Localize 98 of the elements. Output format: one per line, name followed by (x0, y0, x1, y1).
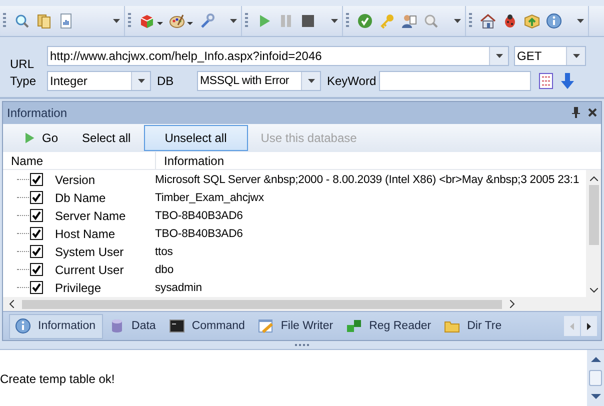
toolbar-grip[interactable] (469, 12, 472, 29)
down-triangle-icon (590, 394, 600, 400)
caret-icon (230, 18, 236, 23)
row-name: System User (54, 244, 125, 258)
info-icon (15, 318, 31, 334)
caret-icon (157, 22, 163, 26)
field-label: Type (10, 74, 38, 88)
pin-icon[interactable] (572, 107, 580, 118)
toolbar-grip[interactable] (128, 12, 131, 29)
panel-title: Information (7, 106, 68, 120)
scroll-thumb[interactable] (22, 300, 502, 309)
splitter-grip[interactable] (295, 344, 309, 346)
keyword-field[interactable] (379, 70, 531, 91)
pencil-icon (258, 318, 274, 334)
checkbox[interactable] (30, 191, 43, 204)
user-icon (401, 12, 417, 29)
report-icon (58, 12, 74, 29)
type-dropdown[interactable]: Integer (47, 70, 151, 91)
go-button[interactable]: Go (11, 124, 70, 150)
tab[interactable]: Command (162, 314, 252, 339)
magnifier-icon (14, 12, 30, 29)
house-icon (480, 12, 496, 29)
row-value: dbo (155, 264, 174, 276)
caret-icon (496, 54, 502, 58)
tab[interactable]: Dir Tre (438, 314, 509, 339)
row-value: Microsoft SQL Server &nbsp;2000 - 8.00.2039 (Intel X86) <br>May &nbsp;3 2005 23:1 (155, 174, 580, 186)
row-name: Version (54, 172, 96, 186)
action-button[interactable]: Unselect all (144, 124, 248, 150)
caret-icon (112, 18, 120, 23)
magnifier-icon (423, 12, 439, 29)
dropdown-button[interactable] (131, 72, 150, 90)
key-icon (379, 12, 395, 29)
dropdown-button[interactable] (301, 72, 320, 90)
caret-icon (308, 78, 314, 83)
tab[interactable]: Reg Reader (340, 314, 438, 339)
row-name: Current User (54, 262, 125, 276)
row-name: Host Name (54, 226, 116, 240)
checkbox[interactable] (30, 227, 43, 240)
row-value: TBO-8B40B3AD6 (155, 228, 243, 240)
right-triangle-icon (587, 322, 591, 331)
horizontal-scrollbar[interactable] (3, 297, 601, 312)
method-dropdown[interactable]: GET (514, 46, 586, 66)
log-line: Create temp table ok! (0, 372, 116, 386)
checkbox[interactable] (30, 209, 43, 222)
palette-icon (169, 12, 185, 29)
scroll-thumb[interactable] (589, 370, 602, 386)
checkbox[interactable] (30, 173, 43, 186)
caret-icon (454, 18, 460, 23)
column-header[interactable]: Name (3, 152, 156, 168)
cubes-icon (346, 318, 362, 334)
column-header[interactable]: Information (156, 152, 601, 168)
row-name: Server Name (54, 208, 127, 222)
row-value: sysadmin (155, 282, 202, 294)
tab[interactable]: Data (102, 314, 163, 339)
vertical-scrollbar[interactable] (586, 170, 601, 298)
tab[interactable]: File Writer (252, 314, 340, 339)
toolbar-grip[interactable] (245, 12, 248, 29)
checkbox[interactable] (30, 281, 43, 294)
box-icon (524, 12, 540, 29)
caret-icon (330, 18, 338, 23)
scroll-right-button[interactable] (581, 316, 597, 336)
up-triangle-icon (590, 356, 600, 362)
caret-icon (138, 78, 144, 83)
row-name: Privilege (54, 280, 102, 294)
row-value: TBO-8B40B3AD6 (155, 210, 243, 222)
caret-icon (576, 18, 584, 23)
row-name: Db Name (54, 190, 107, 204)
stop-icon (300, 12, 316, 29)
checkbox[interactable] (30, 245, 43, 258)
dropdown-button[interactable] (489, 46, 508, 65)
pause-icon (278, 12, 294, 29)
dropdown-button[interactable] (566, 46, 585, 65)
list-icon[interactable] (539, 72, 553, 89)
documents-icon (36, 12, 52, 29)
row-value: ttos (155, 246, 173, 258)
bug-icon (502, 12, 518, 29)
info-icon (546, 12, 562, 29)
checkbox[interactable] (30, 263, 43, 276)
action-button[interactable]: Select all (71, 124, 142, 150)
field-label: URL (10, 56, 36, 71)
scroll-thumb[interactable] (588, 184, 598, 244)
db-dropdown[interactable]: MSSQL with Error (197, 70, 321, 91)
field-label: KeyWord (327, 74, 378, 88)
down-arrow-icon[interactable] (561, 72, 574, 89)
row-value: Timber_Exam_ahcjwx (155, 192, 264, 204)
caret-icon (572, 54, 580, 58)
toolbar-grip[interactable] (346, 12, 349, 29)
cube-icon (139, 12, 155, 29)
caret-icon (187, 22, 193, 26)
tab[interactable]: Information (9, 314, 103, 339)
terminal-icon (168, 318, 185, 334)
close-icon[interactable] (588, 108, 597, 117)
field-label: DB (157, 74, 175, 88)
check-icon (357, 12, 373, 29)
url-field[interactable]: http://www.ahcjwx.com/help_Info.aspx?infoid=2046 (47, 46, 509, 66)
left-triangle-icon (570, 322, 574, 331)
toolbar-grip[interactable] (3, 12, 6, 29)
vertical-scrollbar[interactable] (587, 350, 604, 406)
